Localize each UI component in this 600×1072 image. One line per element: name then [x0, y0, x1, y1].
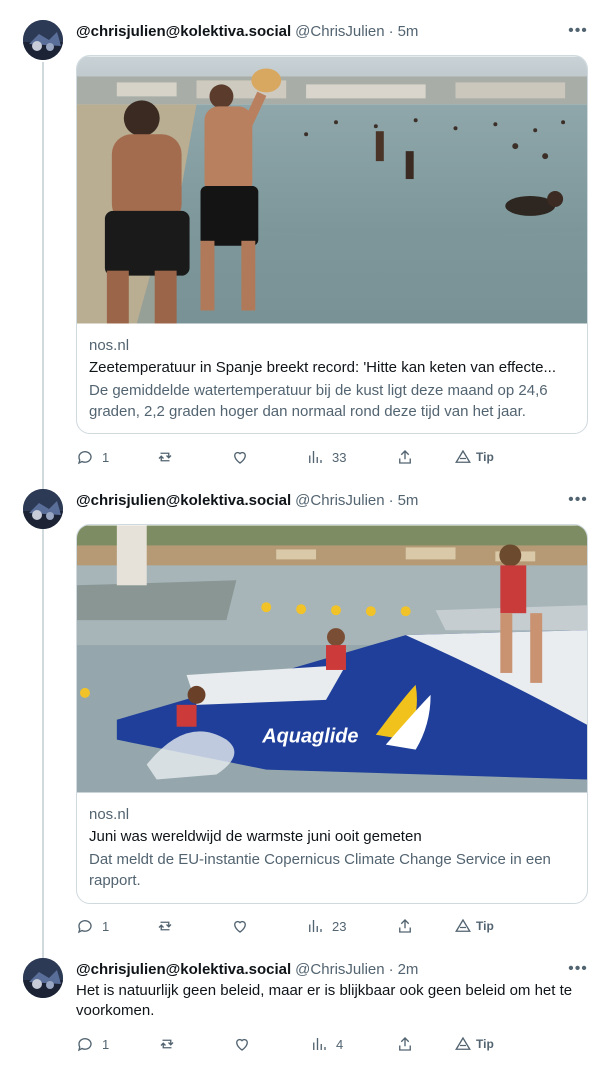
separator-dot: ·: [388, 960, 394, 978]
reply-icon: [77, 1038, 92, 1052]
card-title[interactable]: Zeetemperatuur in Spanje breekt record: …: [89, 358, 575, 378]
card-title[interactable]: Juni was wereldwijd de warmste juni ooit…: [89, 827, 575, 847]
display-name[interactable]: @chrisjulien@kolektiva.social: [76, 492, 291, 509]
action-bar: 1 33 Tip: [76, 446, 496, 468]
reply-count: 1: [102, 449, 110, 465]
views-icon: [309, 920, 322, 932]
card-description: De gemiddelde watertemperatuur bij de ku…: [89, 382, 548, 420]
tweet-header: @chrisjulien@kolektiva.social @ChrisJuli…: [76, 958, 418, 980]
card-body: nos.nl Zeetemperatuur in Spanje breekt r…: [77, 324, 587, 433]
tweet-text: Het is natuurlijk geen beleid, maar er i…: [76, 982, 573, 1019]
share-button[interactable]: [396, 915, 414, 937]
reply-count: 1: [102, 1036, 110, 1052]
views-button[interactable]: 33: [306, 446, 346, 468]
tip-icon: [455, 449, 471, 463]
share-button[interactable]: [396, 1033, 414, 1055]
timestamp[interactable]: 5m: [398, 23, 419, 40]
reply-button[interactable]: 1: [76, 1033, 109, 1055]
tip-icon: [455, 918, 471, 932]
svg-text:Aquaglide: Aquaglide: [261, 726, 358, 748]
repost-icon: [160, 1039, 174, 1049]
share-icon: [399, 450, 411, 464]
like-button[interactable]: [233, 1033, 251, 1055]
separator-dot: ·: [388, 22, 394, 40]
avatar[interactable]: [23, 489, 63, 529]
tip-label: Tip: [476, 450, 494, 464]
views-button[interactable]: 4: [310, 1033, 343, 1055]
heart-icon: [234, 451, 246, 464]
share-icon: [399, 919, 411, 933]
link-card[interactable]: nos.nl Zeetemperatuur in Spanje breekt r…: [76, 55, 588, 434]
timestamp[interactable]: 5m: [398, 492, 419, 509]
more-options-icon[interactable]: •••: [568, 21, 588, 41]
action-bar: 1 23 Tip: [76, 915, 496, 937]
avatar[interactable]: [23, 20, 63, 60]
card-description: Dat meldt de EU-instantie Copernicus Cli…: [89, 851, 551, 889]
reply-count: 1: [102, 918, 110, 934]
heart-icon: [236, 1038, 248, 1051]
card-domain: nos.nl: [89, 806, 130, 823]
display-name[interactable]: @chrisjulien@kolektiva.social: [76, 23, 291, 40]
user-handle[interactable]: @ChrisJulien: [295, 23, 384, 40]
avatar[interactable]: [23, 958, 63, 998]
reply-icon: [77, 920, 92, 934]
reply-icon: [77, 451, 92, 465]
action-bar: 1 4 Tip: [76, 1033, 496, 1055]
like-button[interactable]: [231, 915, 249, 937]
share-button[interactable]: [396, 446, 414, 468]
repost-icon: [158, 921, 172, 931]
user-handle[interactable]: @ChrisJulien: [295, 492, 384, 509]
link-card[interactable]: Aquaglide nos.nl Juni was wereldwijd de …: [76, 524, 588, 904]
reply-button[interactable]: 1: [76, 446, 109, 468]
heart-icon: [234, 920, 246, 933]
more-options-icon[interactable]: •••: [568, 959, 588, 979]
tip-icon: [455, 1036, 471, 1050]
repost-button[interactable]: [158, 1033, 176, 1055]
like-button[interactable]: [231, 446, 249, 468]
views-button[interactable]: 23: [306, 915, 346, 937]
user-handle[interactable]: @ChrisJulien: [295, 961, 384, 978]
repost-button[interactable]: [156, 915, 174, 937]
separator-dot: ·: [388, 491, 394, 509]
water-slide-photo: Aquaglide: [77, 525, 587, 793]
card-body: nos.nl Juni was wereldwijd de warmste ju…: [77, 793, 587, 903]
views-icon: [309, 451, 322, 463]
tip-button[interactable]: Tip: [454, 446, 494, 468]
tip-button[interactable]: Tip: [454, 1033, 494, 1055]
card-domain: nos.nl: [89, 337, 130, 354]
beach-photo: [77, 56, 587, 324]
more-options-icon[interactable]: •••: [568, 490, 588, 510]
reply-button[interactable]: 1: [76, 915, 109, 937]
views-icon: [313, 1038, 326, 1050]
tip-label: Tip: [476, 1037, 494, 1051]
tip-button[interactable]: Tip: [454, 915, 494, 937]
repost-icon: [158, 452, 172, 462]
views-count: 23: [332, 918, 347, 934]
views-count: 33: [332, 449, 347, 465]
timestamp[interactable]: 2m: [398, 961, 419, 978]
repost-button[interactable]: [156, 446, 174, 468]
tweet-header: @chrisjulien@kolektiva.social @ChrisJuli…: [76, 20, 418, 42]
tweet-header: @chrisjulien@kolektiva.social @ChrisJuli…: [76, 489, 418, 511]
share-icon: [399, 1037, 411, 1051]
views-count: 4: [336, 1036, 344, 1052]
display-name[interactable]: @chrisjulien@kolektiva.social: [76, 961, 291, 978]
tip-label: Tip: [476, 919, 494, 933]
